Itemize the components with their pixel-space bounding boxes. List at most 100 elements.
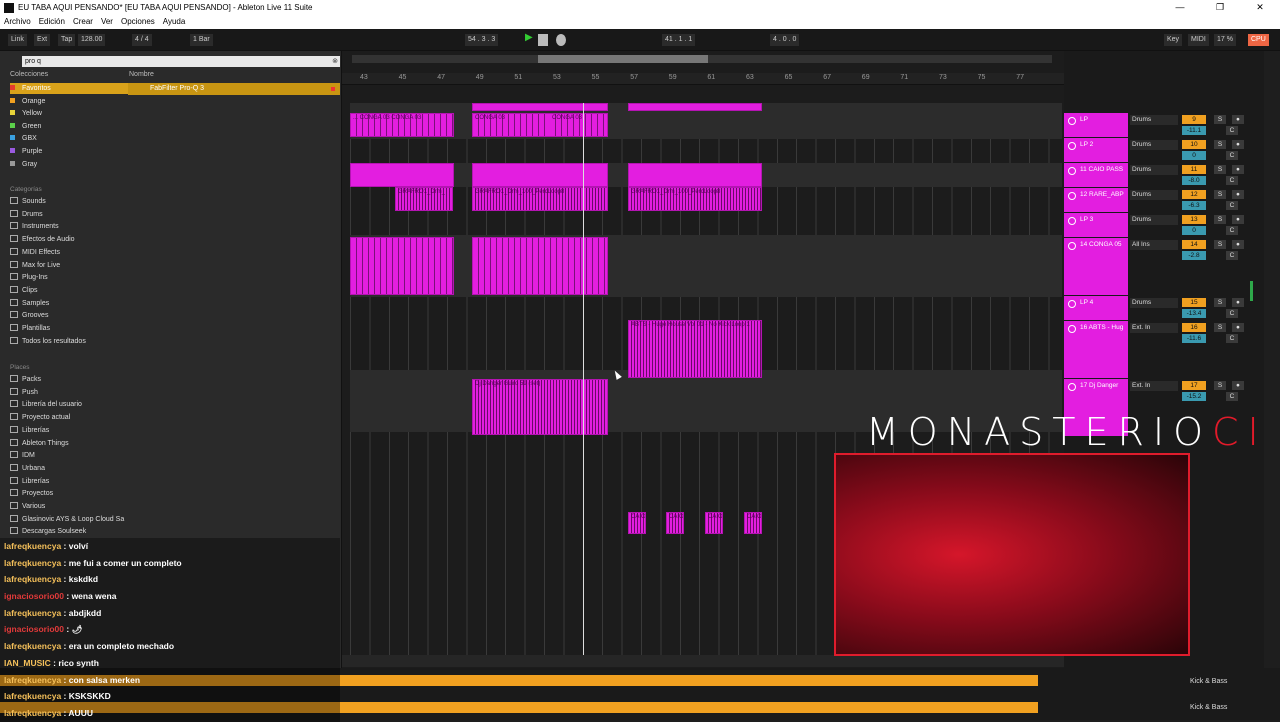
track-fold-icon[interactable] [1068, 300, 1076, 308]
place-item[interactable]: Librería del usuario [10, 399, 128, 410]
clip-top[interactable] [472, 103, 608, 111]
restore-icon[interactable]: ❐ [1200, 0, 1240, 15]
track-volume[interactable]: -6.3 [1182, 201, 1206, 210]
arm-icon[interactable]: ● [1232, 240, 1244, 249]
clip-lane3-3[interactable] [628, 163, 762, 187]
crossfade-button[interactable]: C [1226, 251, 1238, 260]
track-fold-icon[interactable] [1068, 217, 1076, 225]
clip-top-2[interactable] [628, 103, 762, 111]
track-volume[interactable]: -13.4 [1182, 309, 1206, 318]
key-map-button[interactable]: Key [1164, 34, 1183, 46]
category-item[interactable]: Sounds [10, 196, 128, 207]
name-column-header[interactable]: Nombre [129, 71, 154, 78]
arm-icon[interactable]: ● [1232, 140, 1244, 149]
time-ruler[interactable] [342, 655, 1064, 667]
crossfade-button[interactable]: C [1226, 309, 1238, 318]
track-fold-icon[interactable] [1068, 117, 1076, 125]
solo-button[interactable]: S [1214, 115, 1226, 124]
quantization-select[interactable]: 1 Bar [190, 34, 213, 46]
arrangement-position[interactable]: 54 . 3 . 3 [465, 34, 499, 46]
track-header[interactable]: 12 RARE_ABP [1064, 188, 1128, 213]
track-activator[interactable]: 13 [1182, 215, 1206, 224]
track-volume[interactable]: 0 [1182, 226, 1206, 235]
place-item[interactable]: Librerías [10, 425, 128, 436]
track-header[interactable]: 14 CONGA 05 [1064, 238, 1128, 296]
category-item[interactable]: Grooves [10, 310, 128, 321]
clip-lane3-1[interactable] [350, 163, 454, 187]
place-item[interactable]: Push [10, 387, 128, 398]
track-fold-icon[interactable] [1068, 242, 1076, 250]
clip-conga-1[interactable]: ... CONGA 03 CONGA 03 [350, 113, 454, 137]
track-input-select[interactable]: Drums [1130, 298, 1178, 308]
playhead[interactable] [583, 103, 584, 658]
tempo-field[interactable]: 128.00 [78, 34, 106, 46]
browser-search-input[interactable]: pro q ⊗ [22, 56, 340, 67]
browser-result-item[interactable]: FabFilter Pro-Q 3 [128, 83, 340, 95]
category-item[interactable]: Plug-Ins [10, 272, 128, 283]
track-header[interactable]: LP [1064, 113, 1128, 138]
play-icon[interactable]: ▶ [522, 32, 536, 44]
clip-lane3-2[interactable] [472, 163, 608, 187]
clip-grafro-1[interactable]: GRAFRO1_Drm_ [395, 187, 453, 211]
track-activator[interactable]: 11 [1182, 165, 1206, 174]
arm-icon[interactable]: ● [1232, 115, 1244, 124]
track-input-select[interactable]: All Ins [1130, 240, 1178, 250]
crossfade-button[interactable]: C [1226, 392, 1238, 401]
track-volume[interactable]: -2.8 [1182, 251, 1206, 260]
track-activator[interactable]: 15 [1182, 298, 1206, 307]
track-header[interactable]: 16 ABTS - Hug [1064, 321, 1128, 379]
midi-map-button[interactable]: MIDI [1188, 34, 1209, 46]
track-fold-icon[interactable] [1068, 142, 1076, 150]
tap-button[interactable]: Tap [58, 34, 76, 46]
clip-caio-4[interactable]: CAIO [744, 512, 762, 534]
arm-icon[interactable]: ● [1232, 323, 1244, 332]
arm-icon[interactable]: ● [1232, 190, 1244, 199]
collection-item[interactable]: Orange [10, 96, 128, 107]
stop-icon[interactable] [538, 34, 548, 46]
track-fold-icon[interactable] [1068, 383, 1076, 391]
track-volume[interactable]: 0 [1182, 151, 1206, 160]
place-item[interactable]: IDM [10, 450, 128, 461]
loop-start-field[interactable]: 41 . 1 . 1 [662, 34, 696, 46]
crossfade-button[interactable]: C [1226, 334, 1238, 343]
menu-item-0[interactable]: Archivo [0, 15, 35, 29]
solo-button[interactable]: S [1214, 381, 1226, 390]
track-header[interactable]: LP 2 [1064, 138, 1128, 163]
clip-grafro-3[interactable]: GRAFRO1_Drm_100_PercLoop8 [628, 187, 762, 211]
link-button[interactable]: Link [8, 34, 27, 46]
collection-item[interactable]: Favoritos [10, 83, 128, 94]
track-activator[interactable]: 9 [1182, 115, 1206, 124]
menu-item-1[interactable]: Edición [35, 15, 69, 29]
track-input-select[interactable]: Drums [1130, 190, 1178, 200]
category-item[interactable]: Todos los resultados [10, 336, 128, 347]
clip-caio-3[interactable]: CAIO [705, 512, 723, 534]
track-header[interactable]: LP 3 [1064, 213, 1128, 238]
menu-item-4[interactable]: Opciones [117, 15, 159, 29]
ext-button[interactable]: Ext [34, 34, 51, 46]
place-item[interactable]: Descargas Soulseek [10, 526, 128, 537]
arm-icon[interactable]: ● [1232, 165, 1244, 174]
track-volume[interactable]: -15.2 [1182, 392, 1206, 401]
place-item[interactable]: Glasinovic AYS & Loop Cloud Sa [10, 514, 128, 525]
category-item[interactable]: Efectos de Audio [10, 234, 128, 245]
menu-item-3[interactable]: Ver [97, 15, 117, 29]
category-item[interactable]: Plantillas [10, 323, 128, 334]
track-input-select[interactable]: Drums [1130, 140, 1178, 150]
clip-conga-3[interactable]: CONGA 03 [550, 113, 608, 137]
track-input-select[interactable]: Drums [1130, 165, 1178, 175]
clip-grafro-2[interactable]: GRAFRO1_Drm_100_PercLoop8 [472, 187, 608, 211]
track-activator[interactable]: 14 [1182, 240, 1206, 249]
clip-caio-1[interactable]: CAIO [628, 512, 646, 534]
place-item[interactable]: Proyecto actual [10, 412, 128, 423]
track-header[interactable]: LP 4 [1064, 296, 1128, 321]
place-item[interactable]: Urbana [10, 463, 128, 474]
solo-button[interactable]: S [1214, 240, 1226, 249]
arm-icon[interactable]: ● [1232, 215, 1244, 224]
close-icon[interactable]: ✕ [1240, 0, 1280, 15]
crossfade-button[interactable]: C [1226, 151, 1238, 160]
track-input-select[interactable]: Ext. In [1130, 323, 1178, 333]
track-fold-icon[interactable] [1068, 325, 1076, 333]
crossfade-button[interactable]: C [1226, 176, 1238, 185]
collection-item[interactable]: Yellow [10, 108, 128, 119]
track-volume[interactable]: -8.0 [1182, 176, 1206, 185]
